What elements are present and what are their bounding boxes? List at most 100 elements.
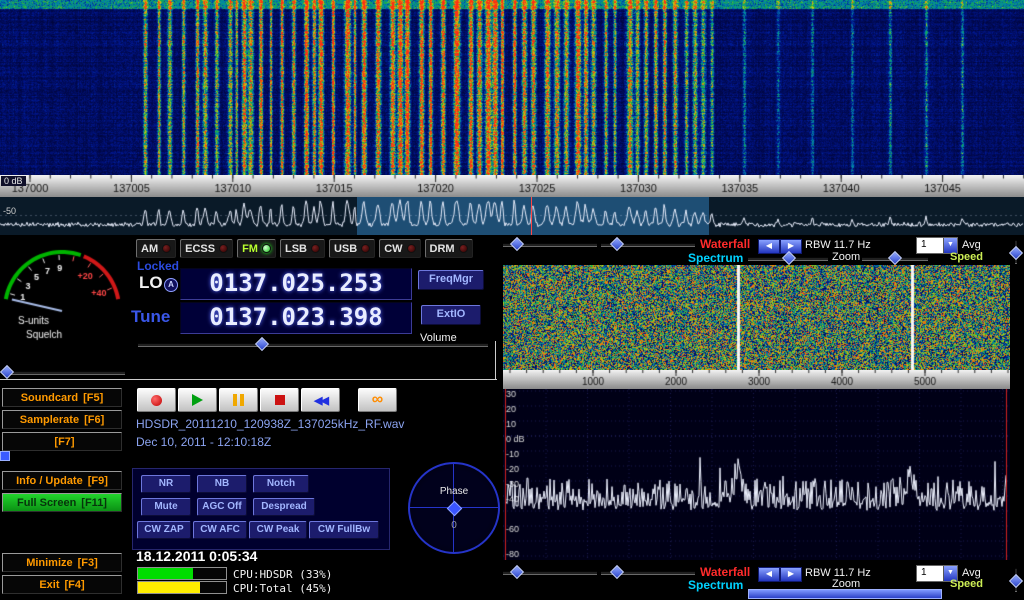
left-arrow-icon[interactable]: ◀ — [758, 567, 780, 582]
cw-peak-button[interactable]: CW Peak — [249, 521, 307, 539]
divider — [495, 341, 496, 380]
info-update-button[interactable]: Info / Update [F9] — [2, 471, 122, 490]
cw-zap-button[interactable]: CW ZAP — [137, 521, 191, 539]
record-icon — [151, 395, 162, 406]
rewind-icon: ◀◀ — [314, 394, 327, 407]
right-waterfall[interactable] — [503, 265, 1010, 370]
audio-spectrum[interactable] — [503, 389, 1010, 560]
main-db-mid-label: -50 — [3, 206, 16, 216]
speed-slider-handle[interactable] — [888, 251, 902, 265]
mode-am[interactable]: AM — [136, 239, 176, 258]
mode-ecss[interactable]: ECSS — [180, 239, 233, 258]
phase-label: Phase — [410, 486, 498, 497]
left-arrow-icon[interactable]: ◀ — [758, 239, 780, 254]
display-controls-top: Waterfall ◀ ▶ RBW 11.7 Hz 1 ▼ Avg Spectr… — [500, 237, 1024, 267]
volume-slider-handle[interactable] — [255, 337, 269, 351]
button-key: [F5] — [83, 392, 103, 404]
phase-value: 0 — [410, 520, 498, 531]
tune-marker-line — [531, 197, 532, 235]
speed-label: Speed — [950, 578, 983, 590]
mode-drm[interactable]: DRM — [425, 239, 473, 258]
stop-button[interactable] — [260, 388, 299, 412]
play-button[interactable] — [178, 388, 217, 412]
button-key: [F11] — [81, 497, 107, 509]
main-db-top-label: 0 dB — [1, 176, 26, 186]
nb-button[interactable]: NB — [197, 475, 247, 493]
main-spectrum-canvas — [0, 197, 1024, 235]
volume-slider-track[interactable] — [138, 343, 488, 347]
tune-frequency-display[interactable]: 0137.023.398 — [180, 302, 412, 334]
mute-button[interactable]: Mute — [141, 498, 191, 516]
right-arrow-icon[interactable]: ▶ — [780, 239, 802, 254]
rewind-button[interactable]: ◀◀ — [301, 388, 340, 412]
left-slider-handle[interactable] — [0, 451, 10, 461]
record-button[interactable] — [137, 388, 176, 412]
main-spectrum[interactable]: -50 — [0, 197, 1024, 235]
cw-afc-button[interactable]: CW AFC — [193, 521, 247, 539]
button-key: [F4] — [65, 579, 85, 591]
soundcard-button[interactable]: Soundcard [F5] — [2, 388, 122, 407]
waterfall-label: Waterfall — [700, 565, 750, 579]
despread-button[interactable]: Despread — [253, 498, 315, 516]
mode-lsb[interactable]: LSB — [280, 239, 325, 258]
lo-frequency-display[interactable]: 0137.025.253 — [180, 268, 412, 300]
mode-led-icon — [219, 244, 228, 253]
waterfall-shift-spinner[interactable]: ◀ ▶ — [758, 567, 802, 582]
cpu-total-text: CPU:Total (45%) — [233, 582, 332, 595]
right-arrow-icon[interactable]: ▶ — [780, 567, 802, 582]
loop-icon: ∞ — [372, 392, 383, 408]
waterfall-level-slider-handle[interactable] — [510, 565, 524, 579]
main-frequency-scale[interactable] — [0, 175, 1024, 197]
lo-lock-badge[interactable]: A — [164, 278, 178, 292]
freqmgr-button[interactable]: FreqMgr — [418, 270, 484, 290]
options-button[interactable]: [F7] — [2, 432, 122, 451]
button-key: [F9] — [88, 475, 108, 487]
exit-button[interactable]: Exit [F4] — [2, 575, 122, 594]
hdsdr-window: 0 dB -50 Soundcard [F5] Samplerate [F6] … — [0, 0, 1024, 600]
samplerate-button[interactable]: Samplerate [F6] — [2, 410, 122, 429]
display-controls-bottom: Waterfall ◀ ▶ RBW 11.7 Hz 1 ▼ Avg Spectr… — [500, 565, 1024, 599]
phase-marker — [447, 501, 463, 517]
squelch-slider-track[interactable] — [3, 371, 125, 375]
cpu-hdsdr-text: CPU:HDSDR (33%) — [233, 568, 332, 581]
mode-label: CW — [384, 243, 402, 255]
mode-led-icon — [311, 244, 320, 253]
squelch-slider-handle[interactable] — [0, 365, 14, 379]
button-label: Soundcard — [21, 392, 78, 404]
nr-button[interactable]: NR — [141, 475, 191, 493]
divider — [0, 379, 497, 380]
stop-icon — [275, 395, 285, 405]
vertical-slider-handle[interactable] — [1009, 246, 1023, 260]
lo-label: LO — [139, 273, 163, 293]
waterfall-contrast-slider-handle[interactable] — [610, 237, 624, 251]
mode-led-icon — [162, 244, 171, 253]
vertical-slider-handle[interactable] — [1009, 574, 1023, 588]
right-frequency-scale[interactable] — [503, 370, 1010, 389]
fullscreen-button[interactable]: Full Screen [F11] — [2, 493, 122, 512]
rbw-label: RBW 11.7 Hz — [805, 239, 871, 251]
dsp-panel: NR NB Notch Mute AGC Off Despread CW ZAP… — [132, 468, 390, 550]
waterfall-label: Waterfall — [700, 237, 750, 251]
s-meter[interactable] — [2, 246, 130, 366]
mode-label: DRM — [430, 243, 455, 255]
waterfall-contrast-slider-handle[interactable] — [610, 565, 624, 579]
zoom-scrollbar[interactable] — [748, 589, 942, 599]
cw-fullbw-button[interactable]: CW FullBw — [309, 521, 379, 539]
agc-button[interactable]: AGC Off — [197, 498, 247, 516]
mode-cw[interactable]: CW — [379, 239, 420, 258]
waterfall-level-slider-handle[interactable] — [510, 237, 524, 251]
mode-led-icon — [407, 244, 416, 253]
mode-selector: AM ECSS FM LSB USB CW DRM — [136, 239, 473, 258]
minimize-button[interactable]: Minimize [F3] — [2, 553, 122, 572]
waterfall-shift-spinner[interactable]: ◀ ▶ — [758, 239, 802, 254]
pause-button[interactable] — [219, 388, 258, 412]
spectrum-label: Spectrum — [688, 578, 743, 592]
mode-led-icon — [459, 244, 468, 253]
mode-usb[interactable]: USB — [329, 239, 375, 258]
extio-button[interactable]: ExtIO — [421, 305, 481, 325]
notch-button[interactable]: Notch — [253, 475, 309, 493]
mode-fm[interactable]: FM — [237, 239, 276, 258]
loop-button[interactable]: ∞ — [358, 388, 397, 412]
button-label: Exit — [39, 579, 59, 591]
main-waterfall[interactable] — [0, 0, 1024, 175]
